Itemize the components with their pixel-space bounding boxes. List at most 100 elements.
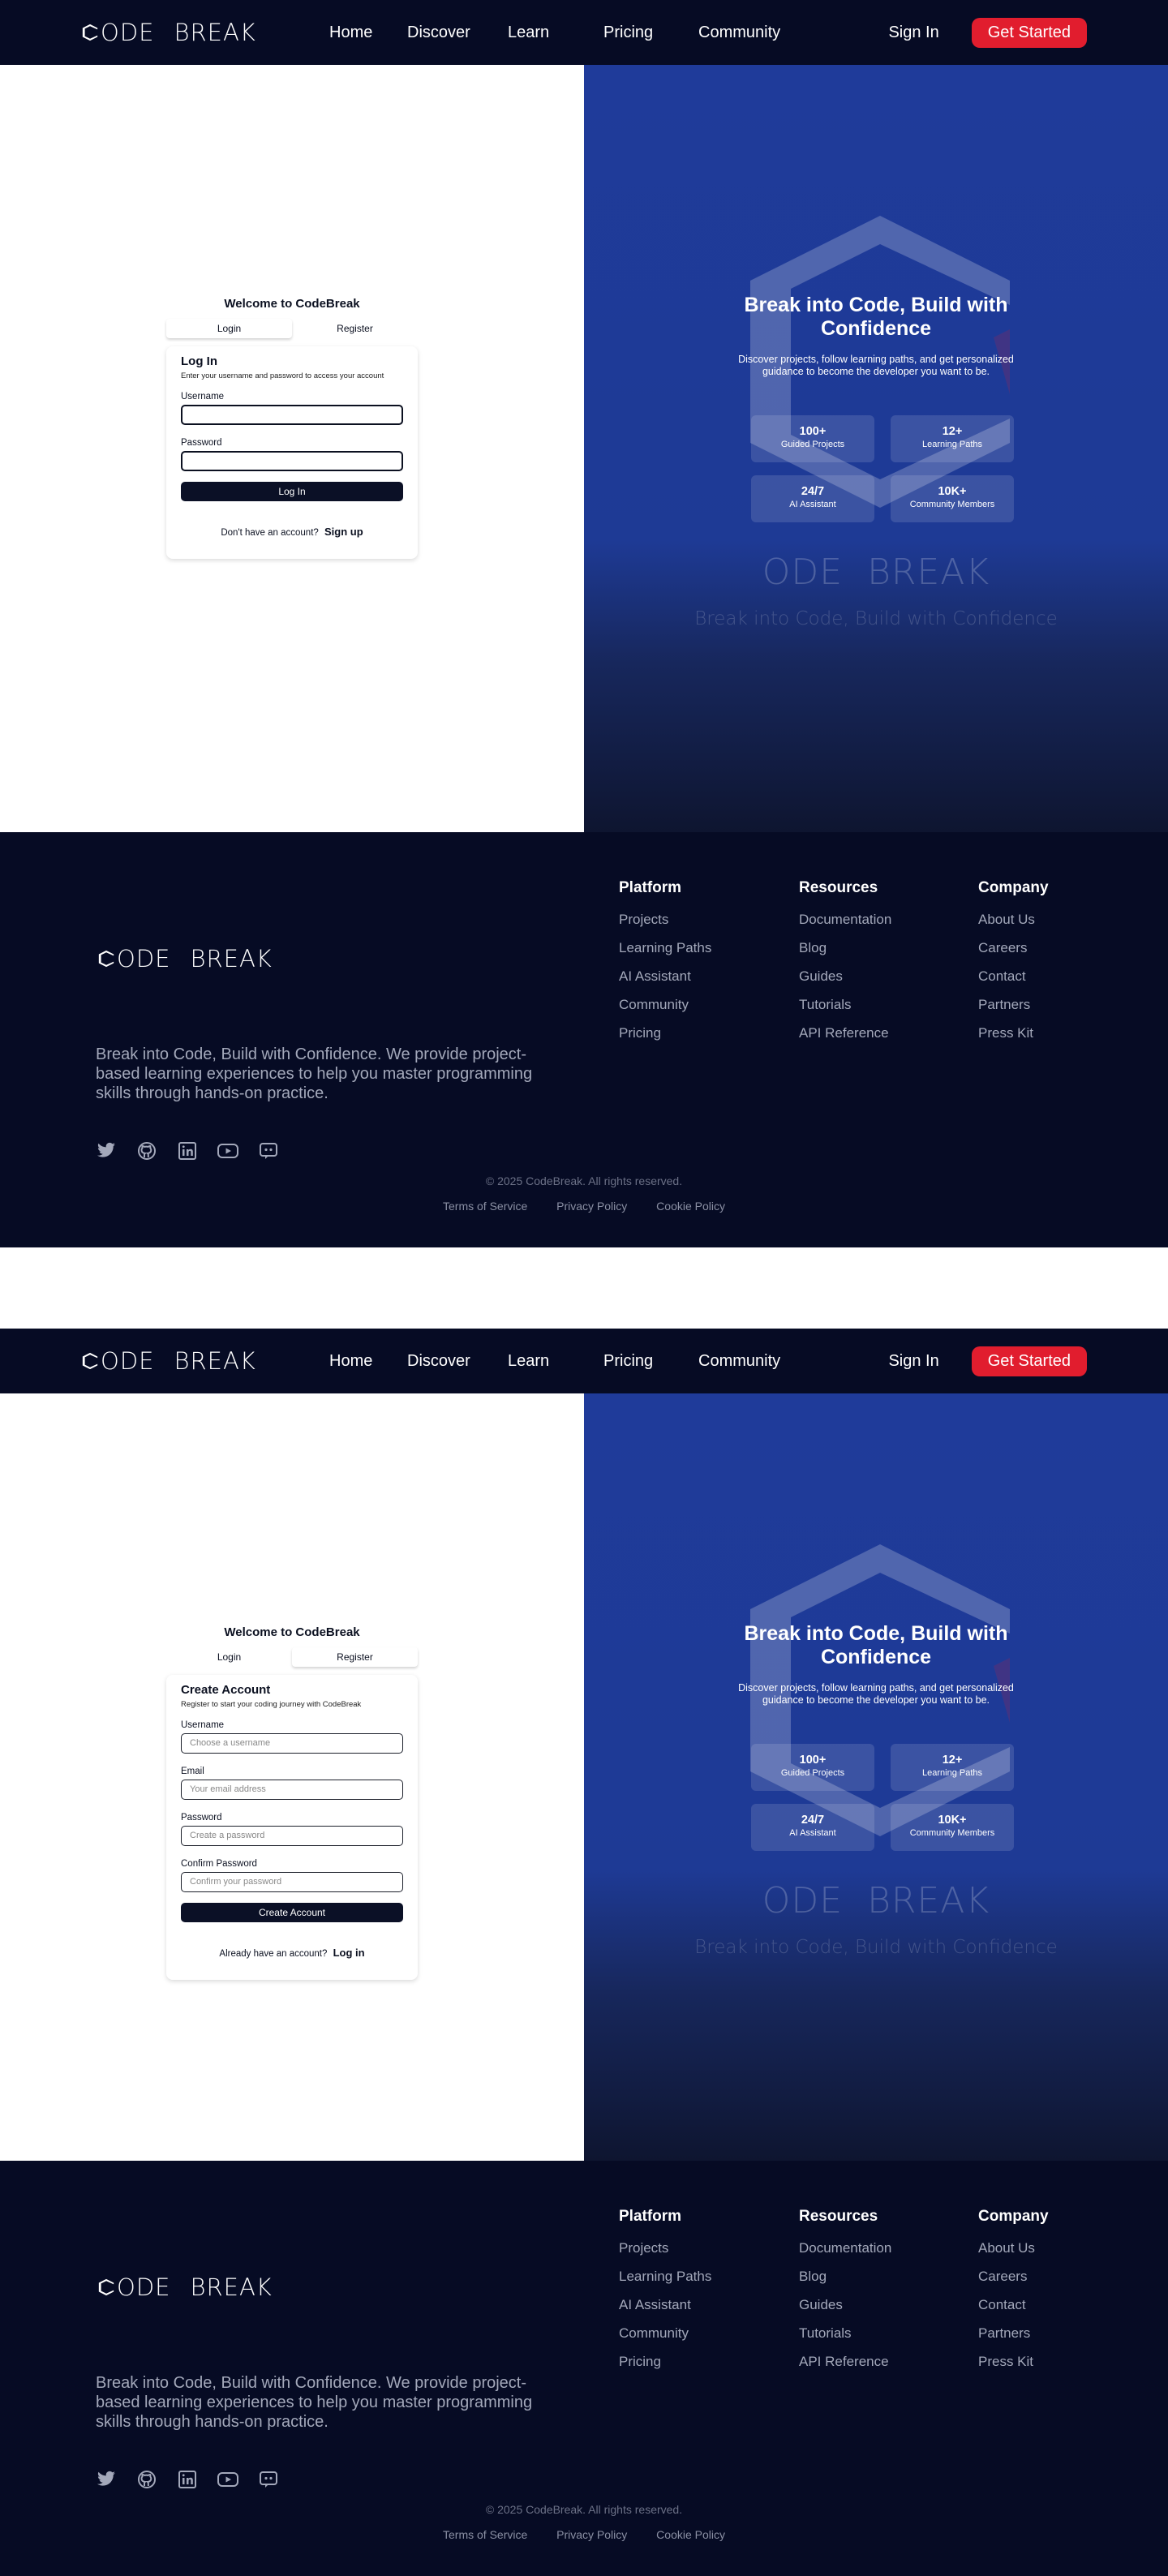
footer-link[interactable]: Learning Paths <box>619 940 711 956</box>
footer-link[interactable]: Careers <box>978 940 1049 956</box>
footer-link[interactable]: Careers <box>978 2269 1049 2285</box>
stat-card: 100+ Guided Projects <box>751 415 874 462</box>
sign-in-link[interactable]: Sign In <box>888 24 938 42</box>
footer-link[interactable]: Blog <box>799 940 891 956</box>
footer-link[interactable]: Pricing <box>619 2354 711 2370</box>
faint-logo-right: BREAK <box>867 1880 990 1921</box>
form-subtitle: Enter your username and password to acce… <box>181 371 384 380</box>
terms-link[interactable]: Terms of Service <box>443 2528 527 2541</box>
linkedin-icon[interactable] <box>177 2469 198 2490</box>
footer-link[interactable]: API Reference <box>799 1025 891 1041</box>
get-started-button[interactable]: Get Started <box>971 1346 1087 1376</box>
footer-link[interactable]: API Reference <box>799 2354 891 2370</box>
footer-link[interactable]: Community <box>619 997 711 1013</box>
footer-logo[interactable]: ODE BREAK <box>97 2273 273 2301</box>
footer-link[interactable]: AI Assistant <box>619 968 711 985</box>
terms-link[interactable]: Terms of Service <box>443 1200 527 1213</box>
tab-login[interactable]: Login <box>166 319 292 338</box>
username-input[interactable]: Choose a username <box>181 1733 403 1754</box>
hero-faint-tagline: Break into Code, Build with Confidence <box>694 608 1058 629</box>
footer-link[interactable]: Pricing <box>619 1025 711 1041</box>
nav-home[interactable]: Home <box>329 1352 372 1371</box>
faint-logo-right: BREAK <box>867 552 990 593</box>
tab-login[interactable]: Login <box>166 1647 292 1667</box>
twitter-icon[interactable] <box>96 1140 117 1161</box>
nav-learn[interactable]: Learn <box>508 1352 549 1371</box>
sign-up-link[interactable]: Sign up <box>324 526 363 538</box>
github-icon[interactable] <box>136 1140 157 1161</box>
footer-link[interactable]: About Us <box>978 912 1049 928</box>
legal-links: Terms of Service Privacy Policy Cookie P… <box>0 1200 1168 1213</box>
tab-register[interactable]: Register <box>292 319 418 338</box>
sign-in-link[interactable]: Sign In <box>888 1352 938 1371</box>
footer-logo[interactable]: ODE BREAK <box>97 945 273 972</box>
footer-link[interactable]: Projects <box>619 912 711 928</box>
footer-link[interactable]: Blog <box>799 2269 891 2285</box>
footer-link[interactable]: Tutorials <box>799 997 891 1013</box>
footer-link[interactable]: Guides <box>799 2297 891 2313</box>
login-submit-button[interactable]: Log In <box>181 482 403 501</box>
footer-link[interactable]: Community <box>619 2325 711 2342</box>
hero-panel: Break into Code, Build with Confidence D… <box>584 65 1168 832</box>
nav-pricing[interactable]: Pricing <box>603 24 653 42</box>
tab-register[interactable]: Register <box>292 1647 418 1667</box>
footer-link[interactable]: Tutorials <box>799 2325 891 2342</box>
navbar: ODE BREAK Home Discover Learn Pricing Com… <box>0 1329 1168 1393</box>
footer-link[interactable]: Learning Paths <box>619 2269 711 2285</box>
register-screen: ODE BREAK Home Discover Learn Pricing Com… <box>0 1329 1168 2576</box>
email-input[interactable]: Your email address <box>181 1780 403 1800</box>
privacy-link[interactable]: Privacy Policy <box>556 2528 627 2541</box>
create-account-button[interactable]: Create Account <box>181 1903 403 1922</box>
footer-link[interactable]: AI Assistant <box>619 2297 711 2313</box>
nav-discover[interactable]: Discover <box>407 24 470 42</box>
footer-link[interactable]: Contact <box>978 2297 1049 2313</box>
hero-description: Discover projects, follow learning paths… <box>738 1682 1014 1706</box>
discord-icon[interactable] <box>258 1140 279 1161</box>
brand-logo[interactable]: ODE BREAK <box>81 19 256 46</box>
footer-link[interactable]: Documentation <box>799 912 891 928</box>
stat-value: 100+ <box>799 1754 827 1767</box>
stat-card: 24/7 AI Assistant <box>751 475 874 522</box>
cookie-link[interactable]: Cookie Policy <box>656 1200 725 1213</box>
password-input[interactable]: Create a password <box>181 1826 403 1846</box>
discord-icon[interactable] <box>258 2469 279 2490</box>
logo-icon <box>81 1352 99 1370</box>
brand-logo[interactable]: ODE BREAK <box>81 1347 256 1375</box>
footer-link[interactable]: Press Kit <box>978 2354 1049 2370</box>
youtube-icon[interactable] <box>217 1140 238 1161</box>
stat-label: Community Members <box>909 500 995 509</box>
privacy-link[interactable]: Privacy Policy <box>556 1200 627 1213</box>
auth-welcome-title: Welcome to CodeBreak <box>224 297 360 311</box>
nav-pricing[interactable]: Pricing <box>603 1352 653 1371</box>
nav-home[interactable]: Home <box>329 24 372 42</box>
footer-link[interactable]: Projects <box>619 2240 711 2256</box>
footer-link[interactable]: Guides <box>799 968 891 985</box>
stats-grid: 100+ Guided Projects 12+ Learning Paths 24… <box>751 415 1014 522</box>
nav-learn[interactable]: Learn <box>508 24 549 42</box>
stat-label: AI Assistant <box>789 1828 836 1838</box>
footer-column-resources: Resources Documentation Blog Guides Tuto… <box>799 2208 891 2382</box>
footer-link[interactable]: Partners <box>978 997 1049 1013</box>
footer-link[interactable]: Press Kit <box>978 1025 1049 1041</box>
footer-link[interactable]: Contact <box>978 968 1049 985</box>
get-started-button[interactable]: Get Started <box>971 17 1087 48</box>
linkedin-icon[interactable] <box>177 1140 198 1161</box>
twitter-icon[interactable] <box>96 2469 117 2490</box>
log-in-link[interactable]: Log in <box>333 1947 365 1959</box>
footer-link[interactable]: Partners <box>978 2325 1049 2342</box>
youtube-icon[interactable] <box>217 2469 238 2490</box>
password-input[interactable] <box>181 451 403 471</box>
nav-community[interactable]: Community <box>698 1352 780 1371</box>
footer-column-resources: Resources Documentation Blog Guides Tuto… <box>799 879 891 1054</box>
confirm-password-input[interactable]: Confirm your password <box>181 1872 403 1892</box>
nav-community[interactable]: Community <box>698 24 780 42</box>
footer-link[interactable]: Documentation <box>799 2240 891 2256</box>
footer: ODE BREAK Break into Code, Build with Con… <box>0 2161 1168 2576</box>
footer-column-platform: Platform Projects Learning Paths AI Assi… <box>619 879 711 1054</box>
cookie-link[interactable]: Cookie Policy <box>656 2528 725 2541</box>
footer-link[interactable]: About Us <box>978 2240 1049 2256</box>
github-icon[interactable] <box>136 2469 157 2490</box>
username-input[interactable] <box>181 405 403 425</box>
nav-discover[interactable]: Discover <box>407 1352 470 1371</box>
footer-column-title: Platform <box>619 2208 682 2225</box>
